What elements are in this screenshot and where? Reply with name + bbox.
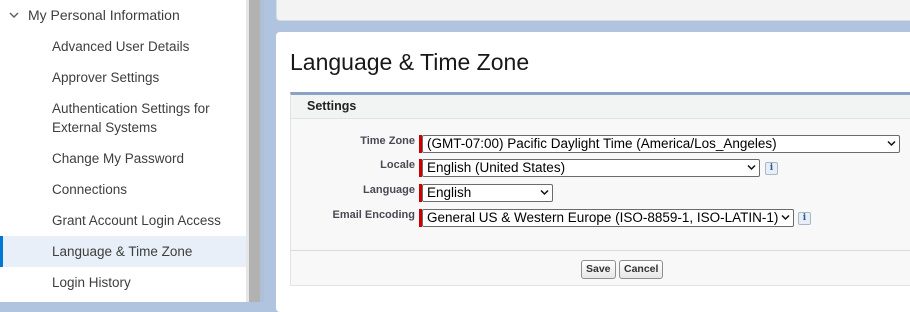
- info-icon[interactable]: i: [798, 212, 811, 225]
- sidebar-item-label: Approver Settings: [52, 70, 160, 85]
- settings-header: Settings: [291, 95, 910, 119]
- sidebar-item-login-history[interactable]: Login History: [0, 273, 246, 292]
- settings-title: Settings: [307, 99, 357, 113]
- scrollbar[interactable]: [249, 0, 260, 302]
- sidebar-item-advanced-user-details[interactable]: Advanced User Details: [0, 37, 246, 56]
- locale-label: Locale: [380, 159, 415, 171]
- save-button[interactable]: Save: [581, 260, 616, 279]
- chevron-down-icon: [747, 164, 756, 171]
- chevron-down-icon: [887, 140, 896, 147]
- locale-value: English (United States): [427, 160, 566, 175]
- sidebar-item-change-my-password[interactable]: Change My Password: [0, 149, 246, 168]
- chevron-down-icon: [781, 214, 790, 221]
- email-encoding-value: General US & Western Europe (ISO-8859-1,…: [427, 210, 779, 225]
- time-zone-label: Time Zone: [360, 135, 415, 147]
- language-label: Language: [363, 184, 415, 196]
- divider: [260, 0, 264, 302]
- sidebar-item-language-time-zone[interactable]: Language & Time Zone: [0, 236, 246, 267]
- main-card: Language & Time Zone Settings Time Zone …: [276, 32, 910, 312]
- chevron-down-icon: [540, 189, 549, 196]
- sidebar-item-label: Grant Account Login Access: [52, 213, 221, 228]
- email-encoding-label: Email Encoding: [332, 209, 415, 221]
- sidebar-item-connections[interactable]: Connections: [0, 180, 246, 199]
- sidebar-item-label: Connections: [52, 182, 128, 197]
- sidebar-item-approver-settings[interactable]: Approver Settings: [0, 68, 246, 87]
- section-my-personal-information[interactable]: My Personal Information: [0, 0, 246, 32]
- sidebar-item-label: Advanced User Details: [52, 39, 190, 54]
- time-zone-value: (GMT-07:00) Pacific Daylight Time (Ameri…: [427, 136, 777, 151]
- sidebar-item-label: Authentication Settings for External Sys…: [52, 101, 210, 135]
- cancel-button[interactable]: Cancel: [619, 260, 664, 279]
- page-title: Language & Time Zone: [290, 49, 530, 75]
- sidebar-item-label: Change My Password: [52, 151, 185, 166]
- top-card: [276, 0, 910, 21]
- sidebar-item-label: Login History: [52, 275, 131, 290]
- section-label: My Personal Information: [28, 7, 180, 23]
- language-select[interactable]: English: [422, 184, 553, 202]
- chevron-down-icon[interactable]: [8, 9, 20, 21]
- sidebar-item-grant-account-login-access[interactable]: Grant Account Login Access: [0, 211, 246, 230]
- divider: [291, 250, 910, 251]
- settings-section: Settings Time Zone (GMT-07:00) Pacific D…: [290, 92, 910, 286]
- sidebar-item-label: Language & Time Zone: [52, 244, 193, 259]
- language-value: English: [427, 185, 472, 200]
- time-zone-select[interactable]: (GMT-07:00) Pacific Daylight Time (Ameri…: [422, 135, 900, 153]
- sidebar-item-authentication-settings[interactable]: Authentication Settings for External Sys…: [0, 99, 246, 137]
- sidebar: My Personal Information Advanced User De…: [0, 0, 246, 302]
- info-icon[interactable]: i: [765, 162, 778, 175]
- locale-select[interactable]: English (United States): [422, 159, 760, 177]
- email-encoding-select[interactable]: General US & Western Europe (ISO-8859-1,…: [422, 209, 794, 227]
